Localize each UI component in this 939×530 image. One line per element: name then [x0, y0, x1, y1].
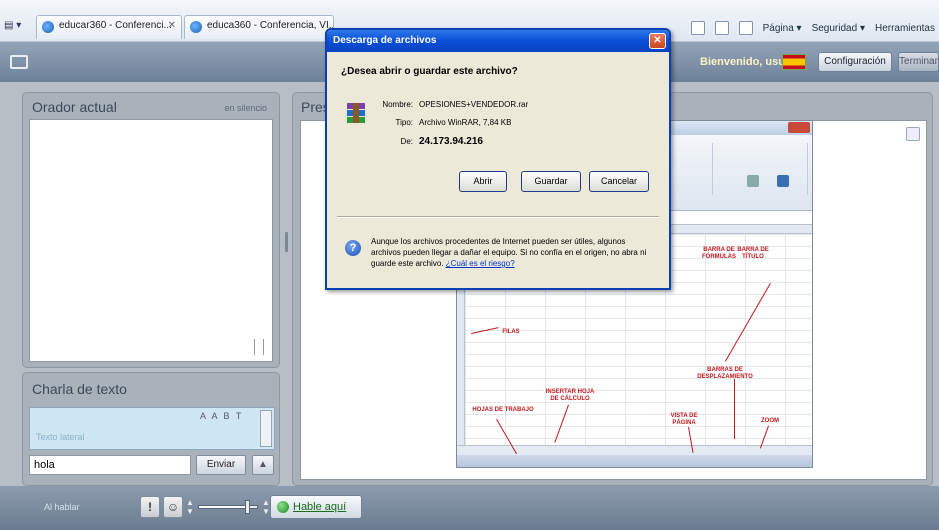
ie-favicon-icon: [190, 21, 202, 33]
tab-close-icon[interactable]: ✕: [168, 20, 176, 31]
slide-label-zoom: ZOOM: [761, 418, 779, 424]
chat-panel: Charla de texto A A B T Texto lateral En…: [22, 372, 280, 486]
file-from-value: 24.173.94.216: [419, 136, 483, 147]
risk-link[interactable]: ¿Cuál es el riesgo?: [446, 259, 515, 268]
volume-up-down-icon[interactable]: ▲ ▼: [186, 498, 194, 516]
feeds-icon[interactable]: [690, 21, 705, 35]
raise-hand-label: Al hablar: [44, 502, 80, 512]
chat-panel-title: Charla de texto: [32, 381, 127, 397]
file-type-row: Tipo: Archivo WinRAR, 7,84 KB: [381, 118, 512, 127]
slide-label-page-view: VISTA DE PÁGINA: [670, 413, 698, 426]
winrar-file-icon: [347, 103, 365, 123]
volume-level: [199, 506, 249, 508]
speaker-panel-title: Orador actual: [32, 99, 117, 115]
tab-label: educar360 - Conferenci...: [59, 20, 172, 31]
file-from-row: De: 24.173.94.216: [381, 136, 483, 147]
dialog-close-button[interactable]: ✕: [649, 33, 666, 49]
talk-label: Hable aquí: [293, 501, 347, 513]
chat-scrollbar[interactable]: [260, 410, 272, 447]
mic-level-icon: ▲ ▼: [262, 498, 270, 516]
file-type-label: Tipo:: [395, 118, 414, 127]
file-download-dialog: Descarga de archivos ✕ ¿Desea abrir o gu…: [325, 28, 671, 290]
print-icon[interactable]: [738, 21, 753, 35]
chat-log-text: Texto lateral: [36, 432, 85, 442]
resize-grip-icon[interactable]: [254, 339, 264, 355]
ribbon-button-icon: [747, 175, 759, 187]
emoticon-button[interactable]: ☺: [163, 496, 183, 518]
finish-button[interactable]: Terminar: [898, 52, 939, 72]
volume-slider-thumb[interactable]: [245, 500, 251, 514]
slide-label-scrollbars: BARRAS DE DESPLAZAMIENTO: [697, 367, 753, 380]
cancel-button[interactable]: Cancelar: [589, 171, 649, 192]
chat-options-icon[interactable]: ▲: [252, 455, 274, 475]
slide-label-rows: FILAS: [502, 329, 520, 335]
tab-label: educa360 - Conferencia, VI...: [207, 20, 334, 31]
chat-log[interactable]: A A B T Texto lateral: [29, 407, 275, 450]
command-bar: Página ▾ Seguridad ▾ Herramientas: [690, 18, 939, 38]
slide-label-worksheets: HOJAS DE TRABAJO: [472, 407, 534, 413]
talk-button[interactable]: Hable aquí: [270, 495, 362, 519]
speaker-status: en silencio: [224, 103, 267, 113]
warning-text: Aunque los archivos procedentes de Inter…: [371, 236, 651, 269]
ribbon-group: [713, 143, 808, 195]
microphone-icon: [277, 501, 289, 513]
open-button[interactable]: Abrir: [459, 171, 507, 192]
mail-icon[interactable]: [714, 21, 729, 35]
slide-label-insert-sheet: INSERTAR HOJA DE CÁLCULO: [545, 389, 595, 402]
tools-menu[interactable]: Herramientas: [875, 23, 935, 34]
file-name-row: Nombre: OPESIONES+VENDEDOR.rar: [381, 100, 528, 109]
window-menu-icon[interactable]: [10, 55, 28, 69]
file-name-label: Nombre:: [382, 100, 413, 109]
dialog-separator: [337, 216, 659, 218]
chat-format-tools[interactable]: A A B T: [200, 411, 243, 421]
slide-arrow: [734, 379, 735, 439]
chat-input[interactable]: [29, 455, 191, 475]
file-name-value: OPESIONES+VENDEDOR.rar: [419, 100, 529, 109]
quick-tabs-button[interactable]: ▤ ▾: [4, 20, 34, 36]
slide-status-bar: [457, 455, 812, 467]
slide-close-icon: [788, 122, 810, 133]
security-menu[interactable]: Seguridad ▾: [812, 23, 865, 34]
zoom-icon[interactable]: [906, 127, 920, 141]
dialog-question: ¿Desea abrir o guardar este archivo?: [341, 66, 518, 77]
browser-tab-2[interactable]: educa360 - Conferencia, VI...: [184, 15, 334, 39]
bottom-toolbar: Al hablar ! ☺ ▲ ▼ ▲ ▼ Hable aquí: [0, 486, 939, 530]
ribbon-button-icon: [777, 175, 789, 187]
save-button[interactable]: Guardar: [521, 171, 581, 192]
splitter-grip-icon[interactable]: [285, 232, 288, 252]
raise-hand-button[interactable]: !: [140, 496, 160, 518]
slide-sheet-tabs: [457, 445, 812, 455]
speaker-panel: Orador actual en silencio: [22, 92, 280, 368]
send-button[interactable]: Enviar: [196, 455, 246, 475]
speaker-video-area: [29, 119, 273, 362]
panel-splitter[interactable]: [283, 92, 291, 486]
spain-flag-icon[interactable]: [782, 54, 806, 70]
shield-question-icon: ?: [345, 240, 361, 256]
file-from-label: De:: [400, 137, 413, 146]
dialog-titlebar[interactable]: Descarga de archivos ✕: [327, 30, 669, 52]
volume-slider[interactable]: [198, 500, 258, 514]
dialog-title: Descarga de archivos: [333, 35, 437, 46]
config-button[interactable]: Configuración: [818, 52, 892, 72]
browser-tab-1[interactable]: educar360 - Conferenci... ✕: [36, 15, 182, 39]
file-type-value: Archivo WinRAR, 7,84 KB: [419, 118, 512, 127]
slide-label-title-bar: BARRA DE TÍTULO: [737, 247, 769, 260]
page-menu[interactable]: Página ▾: [763, 23, 802, 34]
ie-favicon-icon: [42, 21, 54, 33]
